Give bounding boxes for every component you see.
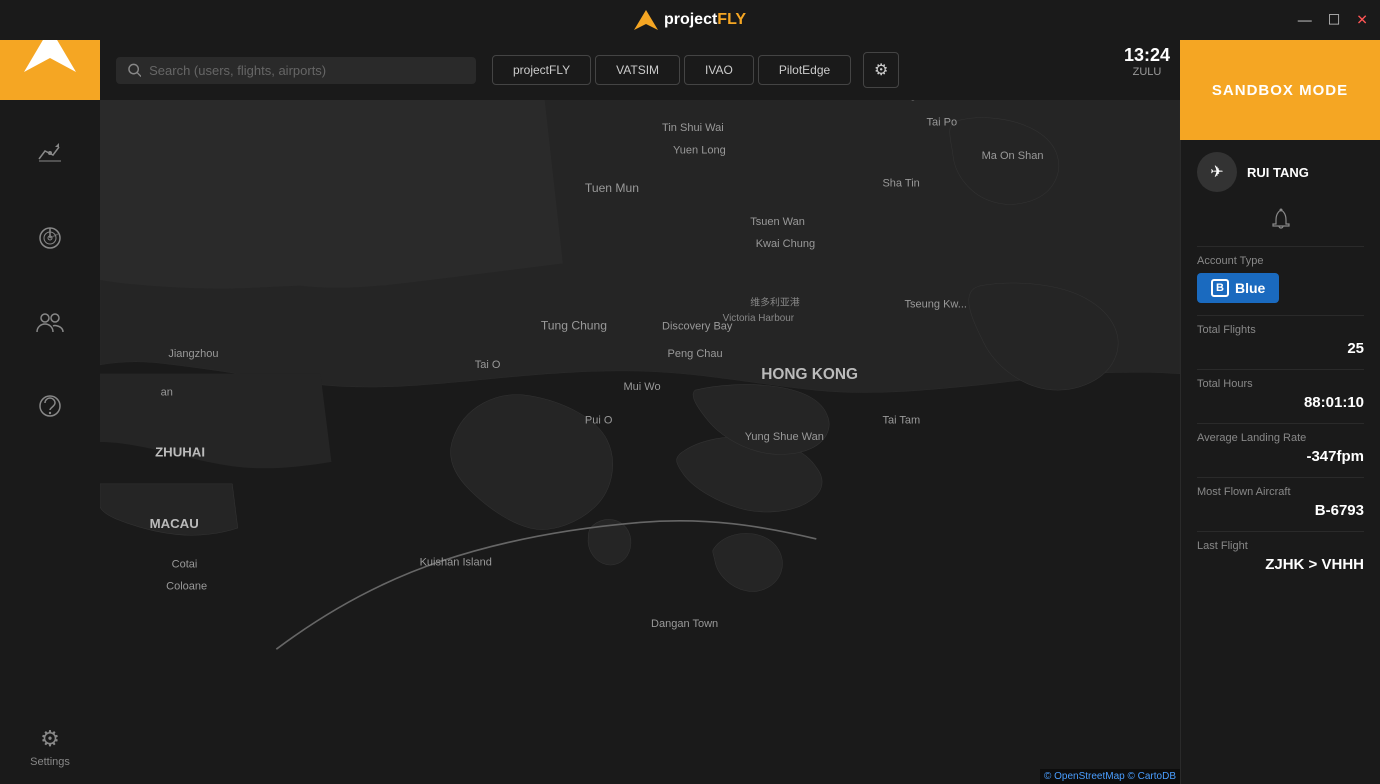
svg-text:Dangan Town: Dangan Town [651,618,718,630]
svg-text:Tseung Kw...: Tseung Kw... [904,299,966,311]
most-flown-aircraft-value: B-6793 [1197,502,1364,519]
total-flights-label: Total Flights [1197,324,1364,336]
app-title: projectFLY [634,10,746,30]
svg-text:Sai Kung: Sai Kung [871,100,916,101]
total-hours-label: Total Hours [1197,378,1364,390]
svg-text:HONG KONG: HONG KONG [761,366,858,383]
svg-text:Sha Tin: Sha Tin [882,177,919,189]
sandbox-badge: SANDBOX MODE [1180,40,1380,140]
divider-6 [1197,531,1364,532]
right-panel: ✈ RUI TANG Account Type B Blue Total Fli… [1180,140,1380,784]
most-flown-aircraft-label: Most Flown Aircraft [1197,486,1364,498]
user-name: RUI TANG [1247,165,1309,180]
svg-text:Tin Shui Wai: Tin Shui Wai [662,122,724,134]
svg-text:an: an [161,387,173,399]
minimize-button[interactable]: — [1298,12,1312,29]
time-display: 13:24 ZULU [1124,45,1170,78]
nav-tabs: projectFLY VATSIM IVAO PilotEdge [492,55,851,85]
sidebar-item-radar[interactable] [20,208,80,268]
svg-text:Tsuen Wan: Tsuen Wan [750,216,805,228]
search-icon [128,63,141,77]
svg-text:Tai Tam: Tai Tam [882,414,920,426]
notification-bell[interactable] [1197,208,1364,230]
svg-text:Peng Chau: Peng Chau [668,348,723,360]
account-type-section: Account Type B Blue [1197,255,1364,303]
last-flight-value: ZJHK > VHHH [1197,556,1364,573]
title-text: projectFLY [664,11,746,29]
user-avatar: ✈ [1197,152,1237,192]
osm-credit: © OpenStreetMap [1044,771,1125,782]
last-flight-section: Last Flight ZJHK > VHHH [1197,540,1364,573]
toolbar: projectFLY VATSIM IVAO PilotEdge ⚙ [100,40,1180,100]
avg-landing-rate-section: Average Landing Rate -347fpm [1197,432,1364,465]
account-type-label: Account Type [1197,255,1364,267]
svg-text:Mui Wo: Mui Wo [623,381,660,393]
logo-icon [634,10,658,30]
time-value: 13:24 [1124,45,1170,66]
tab-vatsim[interactable]: VATSIM [595,55,680,85]
svg-text:Coloane: Coloane [166,581,207,593]
svg-text:Kwai Chung: Kwai Chung [756,238,815,250]
carto-credit: © CartoDB [1128,771,1177,782]
svg-text:Ma On Shan: Ma On Shan [982,150,1044,162]
divider-1 [1197,246,1364,247]
search-input[interactable] [149,63,464,78]
divider-4 [1197,423,1364,424]
titlebar: projectFLY — ☐ ✕ [0,0,1380,40]
maximize-button[interactable]: ☐ [1328,12,1341,29]
settings-label: Settings [30,756,70,768]
toolbar-settings-button[interactable]: ⚙ [863,52,899,88]
tab-projectfly[interactable]: projectFLY [492,55,591,85]
last-flight-label: Last Flight [1197,540,1364,552]
total-hours-value: 88:01:10 [1197,394,1364,411]
svg-text:MACAU: MACAU [150,516,199,531]
sidebar-item-support[interactable] [20,376,80,436]
svg-text:Pui O: Pui O [585,414,613,426]
badge-text: Blue [1235,280,1265,296]
avg-landing-rate-value: -347fpm [1197,448,1364,465]
svg-text:Yung Shue Wan: Yung Shue Wan [745,431,824,443]
time-unit: ZULU [1124,66,1170,78]
avg-landing-rate-label: Average Landing Rate [1197,432,1364,444]
close-button[interactable]: ✕ [1356,12,1368,29]
svg-text:Tung Chung: Tung Chung [541,319,607,333]
sidebar-item-community[interactable] [20,292,80,352]
total-flights-value: 25 [1197,340,1364,357]
svg-text:ZHUHAI: ZHUHAI [155,444,205,459]
account-type-badge: B Blue [1197,273,1279,303]
map-attribution: © OpenStreetMap © CartoDB [1040,769,1180,784]
svg-text:Jiangzhou: Jiangzhou [168,348,218,360]
sidebar-item-flights[interactable] [20,124,80,184]
tab-ivao[interactable]: IVAO [684,55,754,85]
svg-text:✈: ✈ [1210,164,1223,181]
svg-text:Victoria Harbour: Victoria Harbour [723,313,795,324]
divider-3 [1197,369,1364,370]
map: Fanling Tin Shui Wai Yuen Long Tai Po Tu… [100,100,1180,784]
svg-text:维多利亚港: 维多利亚港 [750,295,800,308]
most-flown-aircraft-section: Most Flown Aircraft B-6793 [1197,486,1364,519]
total-flights-section: Total Flights 25 [1197,324,1364,357]
user-profile: ✈ RUI TANG [1197,152,1364,192]
badge-b-icon: B [1211,279,1229,297]
total-hours-section: Total Hours 88:01:10 [1197,378,1364,411]
svg-text:Kuishan Island: Kuishan Island [420,556,492,568]
sidebar-settings: ⚙ Settings [30,726,70,768]
divider-2 [1197,315,1364,316]
svg-text:Tai Po: Tai Po [927,117,958,129]
sandbox-label: SANDBOX MODE [1212,82,1348,99]
svg-text:Yuen Long: Yuen Long [673,144,726,156]
settings-icon[interactable]: ⚙ [40,726,60,752]
divider-5 [1197,477,1364,478]
svg-text:Tuen Mun: Tuen Mun [585,181,639,195]
svg-text:Tai O: Tai O [475,359,501,371]
svg-text:Cotai: Cotai [172,559,198,571]
tab-pilotedge[interactable]: PilotEdge [758,55,851,85]
sidebar: ⚙ Settings [0,0,100,784]
window-controls: — ☐ ✕ [1298,12,1368,29]
search-box[interactable] [116,57,476,84]
